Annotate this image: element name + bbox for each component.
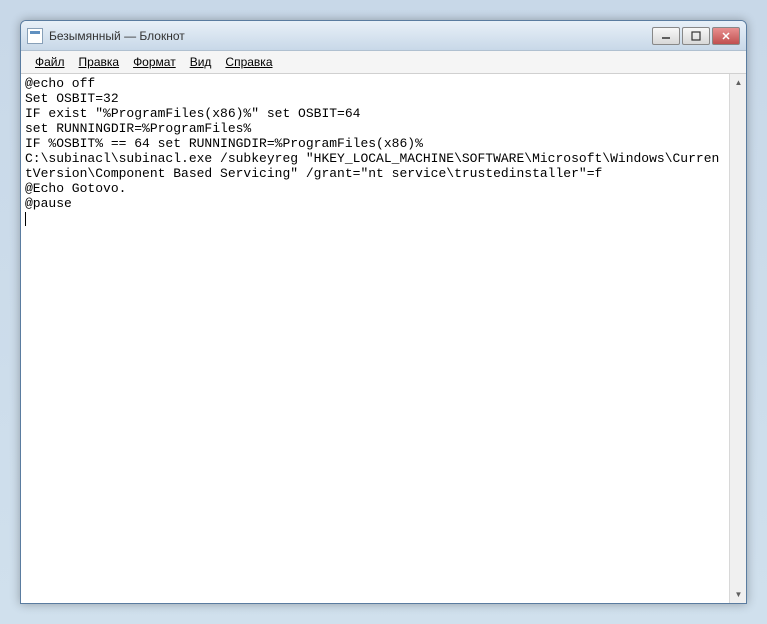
- menubar: Файл Правка Формат Вид Справка: [21, 51, 746, 74]
- window-controls: [652, 27, 740, 45]
- text-editor[interactable]: @echo off Set OSBIT=32 IF exist "%Progra…: [21, 74, 729, 603]
- scroll-up-arrow[interactable]: ▲: [730, 74, 747, 91]
- menu-view[interactable]: Вид: [184, 53, 218, 71]
- menu-help[interactable]: Справка: [219, 53, 278, 71]
- scroll-down-arrow[interactable]: ▼: [730, 586, 747, 603]
- menu-edit[interactable]: Правка: [73, 53, 126, 71]
- notepad-window: Безымянный — Блокнот Файл Правка Формат …: [20, 20, 747, 604]
- text-cursor: [25, 212, 26, 226]
- editor-text: @echo off Set OSBIT=32 IF exist "%Progra…: [25, 76, 719, 211]
- window-title: Безымянный — Блокнот: [49, 29, 652, 43]
- menu-format[interactable]: Формат: [127, 53, 182, 71]
- titlebar[interactable]: Безымянный — Блокнот: [21, 21, 746, 51]
- menu-file[interactable]: Файл: [29, 53, 71, 71]
- maximize-button[interactable]: [682, 27, 710, 45]
- close-button[interactable]: [712, 27, 740, 45]
- minimize-button[interactable]: [652, 27, 680, 45]
- content-area: @echo off Set OSBIT=32 IF exist "%Progra…: [21, 74, 746, 603]
- vertical-scrollbar[interactable]: ▲ ▼: [729, 74, 746, 603]
- app-icon: [27, 28, 43, 44]
